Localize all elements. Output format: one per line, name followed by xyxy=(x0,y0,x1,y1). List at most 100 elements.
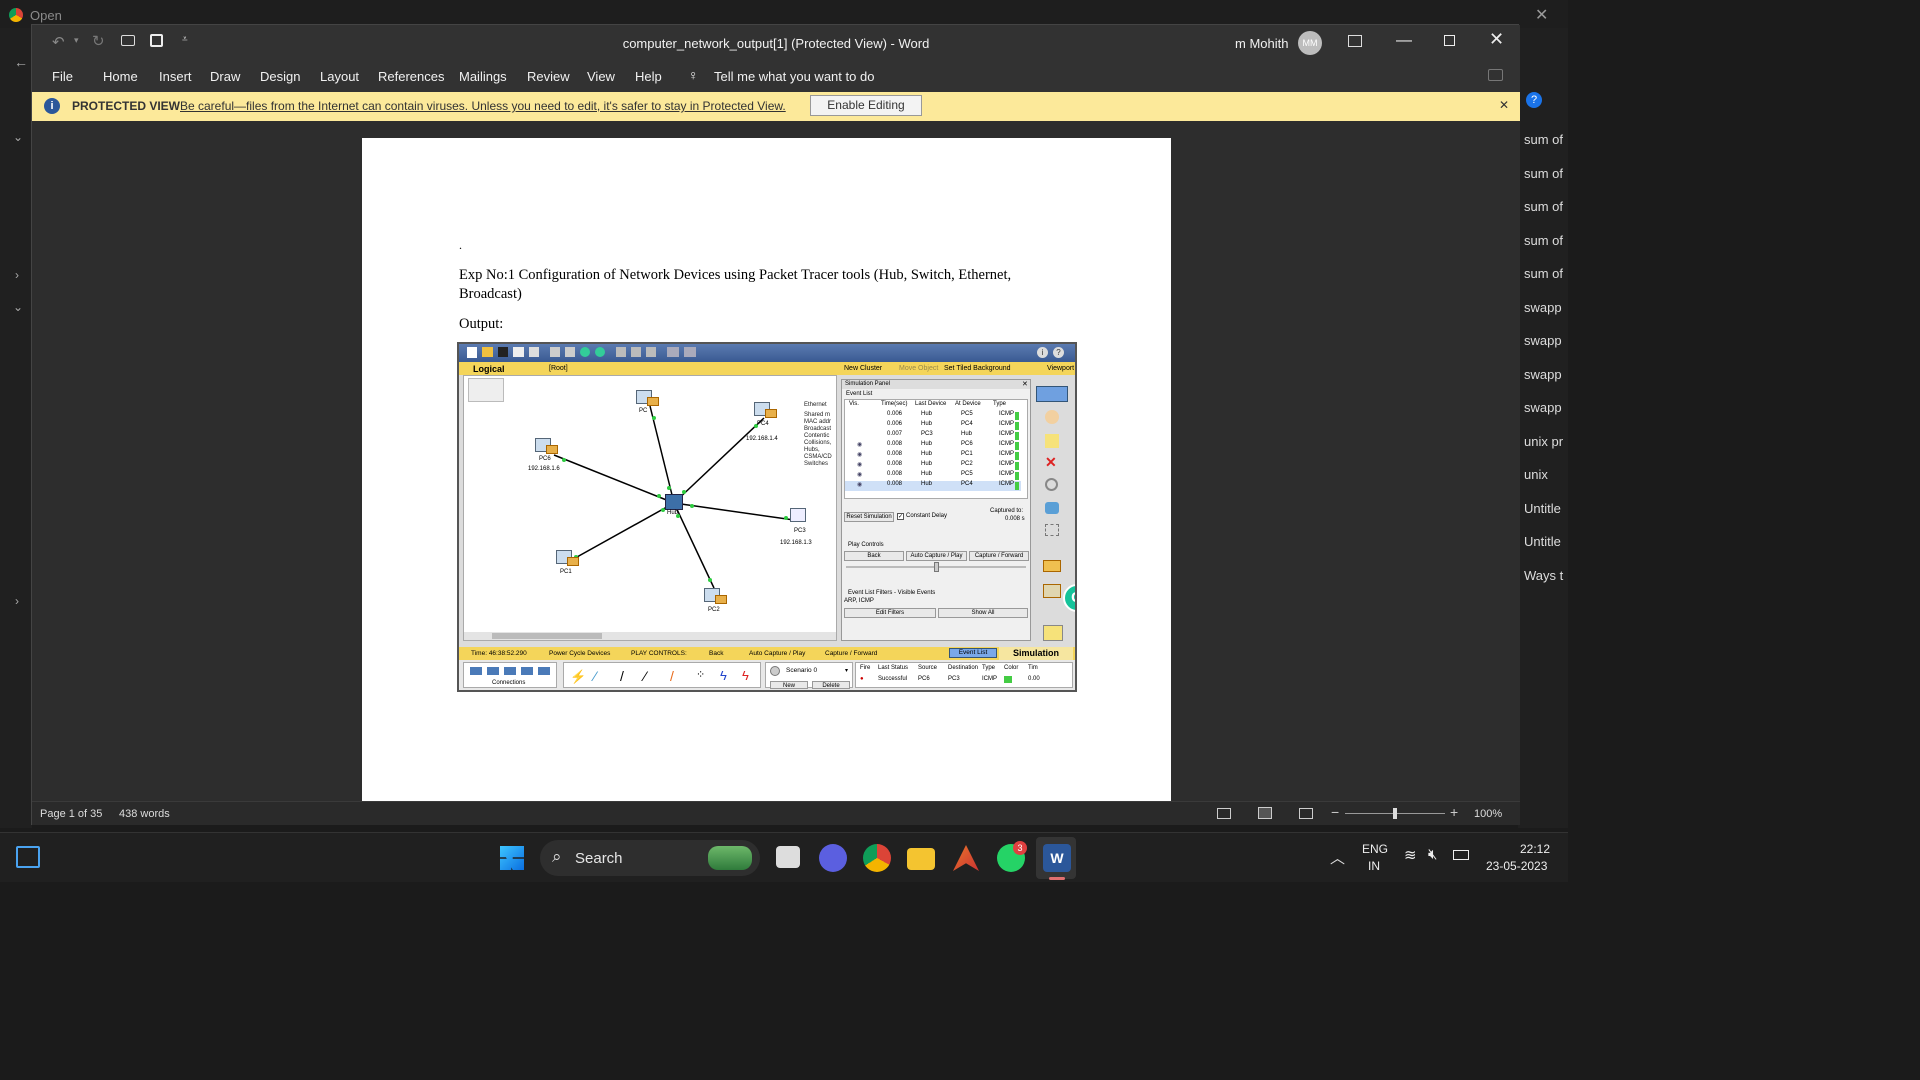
event-list-column-header[interactable]: Vis. xyxy=(849,401,859,407)
tab-file[interactable]: File xyxy=(52,69,73,84)
tab-layout[interactable]: Layout xyxy=(320,69,359,84)
language-code[interactable]: ENG xyxy=(1362,842,1388,856)
simple-pdu-icon[interactable] xyxy=(1043,560,1061,572)
tab-draw[interactable]: Draw xyxy=(210,69,240,84)
connection-types[interactable]: ⚡ ⁄ / ⁄ / ⁘ ϟ ϟ xyxy=(563,662,761,688)
horizontal-scrollbar[interactable] xyxy=(464,632,836,640)
serial-dce-icon[interactable]: ϟ xyxy=(720,668,727,683)
zoom-slider-thumb[interactable] xyxy=(1393,808,1397,819)
page-count[interactable]: Page 1 of 35 xyxy=(40,808,102,820)
tab-references[interactable]: References xyxy=(378,69,444,84)
protected-view-message[interactable]: Be careful—files from the Internet can c… xyxy=(180,99,786,113)
tab-view[interactable]: View xyxy=(587,69,615,84)
background-list-item[interactable]: Untitle xyxy=(1524,534,1568,549)
back-button[interactable]: Back xyxy=(844,551,904,561)
device-type-selector[interactable]: Connections xyxy=(463,662,557,688)
background-list-item[interactable]: sum of xyxy=(1524,166,1568,181)
user-name[interactable]: m Mohith xyxy=(1235,36,1288,51)
event-list-column-header[interactable]: At Device xyxy=(955,401,981,407)
move-object-link[interactable]: Move Object xyxy=(899,365,938,372)
custom-device-icon[interactable] xyxy=(684,347,696,357)
new-cluster-link[interactable]: New Cluster xyxy=(844,365,882,372)
avatar[interactable]: MM xyxy=(1298,31,1322,55)
capture-forward-button[interactable]: Capture / Forward xyxy=(825,650,877,657)
ribbon-display-options-icon[interactable] xyxy=(1348,35,1362,47)
event-list-toggle[interactable]: Event List xyxy=(949,648,997,658)
chevron-right-icon[interactable]: › xyxy=(15,268,19,282)
chevron-down-icon[interactable]: ⌄ xyxy=(13,300,23,314)
matlab-icon[interactable] xyxy=(953,845,979,871)
viewport-link[interactable]: Viewport xyxy=(1047,365,1074,372)
background-list-item[interactable]: sum of xyxy=(1524,266,1568,281)
hand-tool-icon[interactable] xyxy=(1045,410,1059,424)
pdu-column-header[interactable]: Fire xyxy=(860,665,870,671)
battery-icon[interactable] xyxy=(1453,850,1469,860)
close-icon[interactable]: ✕ xyxy=(1489,29,1504,50)
event-list-column-header[interactable]: Last Device xyxy=(915,401,946,407)
background-list-item[interactable]: swapp xyxy=(1524,367,1568,382)
table-row[interactable]: ◉ 0.008 Hub PC1 ICMP xyxy=(845,451,1021,461)
select-tool-icon[interactable] xyxy=(1036,386,1068,402)
undo-icon[interactable] xyxy=(580,347,590,357)
pdu-column-header[interactable]: Type xyxy=(982,665,995,671)
pdu-column-header[interactable]: Color xyxy=(1004,665,1018,671)
help-icon[interactable]: ? xyxy=(1053,347,1064,358)
help-icon[interactable]: ? xyxy=(1526,92,1542,108)
new-scenario-button[interactable]: New xyxy=(770,681,808,689)
pdu-column-header[interactable]: Last Status xyxy=(878,665,908,671)
inspect-tool-icon[interactable] xyxy=(1045,478,1058,491)
complex-pdu-icon[interactable] xyxy=(1043,584,1061,598)
paste-icon[interactable] xyxy=(565,347,575,357)
pt-logical-workspace[interactable]: Hub PC PC4 192.168.1.4 PC6 192.168.1.6 P… xyxy=(463,375,837,641)
pdu-column-header[interactable]: Source xyxy=(918,665,937,671)
simulation-mode-tab[interactable]: Simulation xyxy=(999,647,1073,660)
clock-time[interactable]: 22:12 xyxy=(1520,842,1550,856)
logical-tab[interactable]: Logical xyxy=(473,364,505,374)
language-region[interactable]: IN xyxy=(1368,859,1380,873)
pdu-column-header[interactable]: Destination xyxy=(948,665,978,671)
serial-dte-icon[interactable]: ϟ xyxy=(742,668,749,683)
back-button[interactable]: Back xyxy=(709,650,723,657)
scenario-name[interactable]: Scenario 0 xyxy=(786,667,817,674)
straight-cable-icon[interactable]: / xyxy=(620,668,624,684)
table-row[interactable]: 0.007 PC3 Hub ICMP xyxy=(845,431,1021,441)
slider-thumb[interactable] xyxy=(934,562,939,572)
back-arrow-icon[interactable]: ← xyxy=(14,54,28,70)
zoom-out-icon[interactable] xyxy=(646,347,656,357)
background-list-item[interactable]: sum of xyxy=(1524,233,1568,248)
clock-date[interactable]: 23-05-2023 xyxy=(1486,859,1547,873)
draw-tool-icon[interactable] xyxy=(1045,502,1059,514)
windows-start-icon[interactable] xyxy=(500,846,524,870)
background-list-item[interactable]: swapp xyxy=(1524,300,1568,315)
delete-tool-icon[interactable]: ✕ xyxy=(1045,454,1057,471)
table-row[interactable]: ◉ 0.008 Hub PC4 ICMP xyxy=(845,481,1021,491)
tab-mailings[interactable]: Mailings xyxy=(459,69,507,84)
teams-chat-icon[interactable] xyxy=(819,844,847,872)
background-list-item[interactable]: swapp xyxy=(1524,400,1568,415)
auto-capture-button[interactable]: Auto Capture / Play xyxy=(749,650,805,657)
web-layout-icon[interactable] xyxy=(1299,808,1313,819)
edit-filters-button[interactable]: Edit Filters xyxy=(844,608,936,618)
table-row[interactable]: 0.006 Hub PC5 ICMP xyxy=(845,411,1021,421)
chevron-down-icon[interactable]: ▾ xyxy=(845,667,848,674)
copy-icon[interactable] xyxy=(550,347,560,357)
word-taskbar-icon[interactable]: W xyxy=(1043,844,1071,872)
table-row[interactable]: 0.006 Hub PC4 ICMP xyxy=(845,421,1021,431)
zoom-level[interactable]: 100% xyxy=(1474,808,1502,820)
close-icon[interactable]: ✕ xyxy=(1535,5,1548,25)
chrome-taskbar-icon[interactable] xyxy=(863,844,891,872)
task-view-icon[interactable] xyxy=(16,846,40,868)
open-icon[interactable] xyxy=(482,347,493,357)
scenario-selector[interactable]: Scenario 0 ▾ New Delete xyxy=(765,662,853,689)
zoom-in-icon[interactable] xyxy=(616,347,626,357)
close-icon[interactable]: ✕ xyxy=(1022,380,1028,388)
background-list-item[interactable]: Ways t xyxy=(1524,568,1568,583)
comments-icon[interactable] xyxy=(1488,69,1503,81)
device-category-icons[interactable] xyxy=(470,667,550,675)
volume-muted-icon[interactable]: 🔇︎ xyxy=(1428,846,1437,863)
folder-icon[interactable] xyxy=(907,848,935,870)
background-list-item[interactable]: sum of xyxy=(1524,132,1568,147)
table-row[interactable]: ◉ 0.008 Hub PC5 ICMP xyxy=(845,471,1021,481)
event-list-column-header[interactable]: Time(sec) xyxy=(881,401,907,407)
word-count[interactable]: 438 words xyxy=(119,808,170,820)
